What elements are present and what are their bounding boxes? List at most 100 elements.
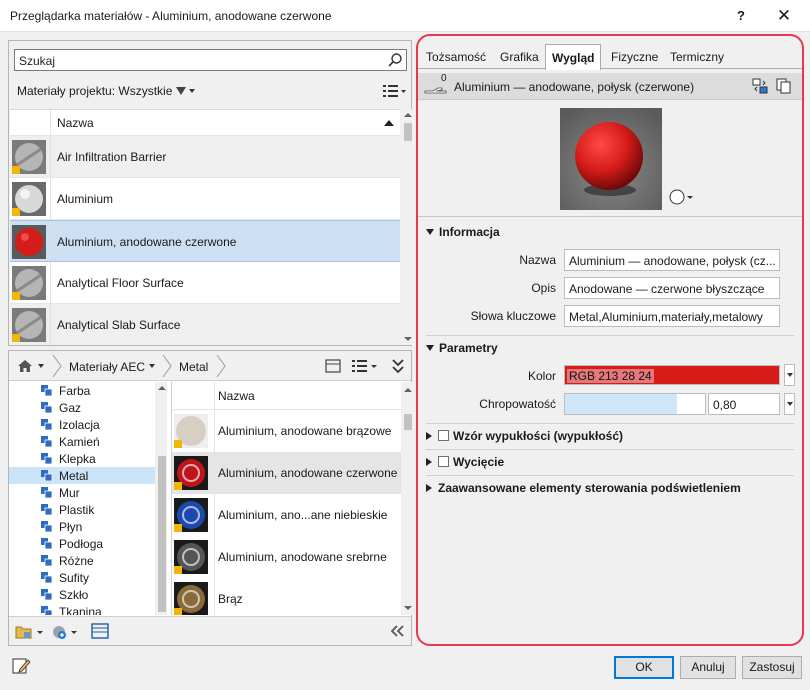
apply-button[interactable]: Zastosuj	[742, 656, 802, 679]
name-field[interactable]: Aluminium — anodowane, połysk (cz...	[564, 249, 780, 271]
cutout-checkbox[interactable]	[438, 456, 449, 467]
bump-section-header[interactable]: Wzór wypukłości (wypukłość)	[426, 429, 623, 443]
cutout-section-header[interactable]: Wycięcie	[426, 455, 504, 469]
search-input[interactable]: Szukaj	[14, 49, 407, 71]
keywords-field[interactable]: Metal,Aluminium,materiały,metalowy	[564, 305, 780, 327]
table-row[interactable]: Aluminium	[10, 178, 400, 220]
color-swatch[interactable]: RGB 213 28 24	[564, 365, 780, 385]
chevron-down-icon[interactable]	[149, 364, 155, 368]
material-name: Aluminium, anodowane srebrne	[218, 550, 387, 564]
edit-material-icon[interactable]	[12, 657, 32, 675]
list-item[interactable]: Aluminium, ano...ane niebieskie	[172, 494, 401, 536]
description-field[interactable]: Anodowane — czerwone błyszczące	[564, 277, 780, 299]
roughness-field[interactable]: 0,80	[708, 393, 780, 415]
tree-item[interactable]: Mur	[9, 484, 155, 501]
tab-graphics[interactable]: Grafika	[500, 50, 539, 64]
tree-item[interactable]: Szkło	[9, 586, 155, 603]
tree-item[interactable]: Różne	[9, 552, 155, 569]
tree-item[interactable]: Metal	[9, 467, 155, 484]
column-name-header[interactable]: Nazwa	[218, 389, 255, 403]
library-folder-icon[interactable]	[15, 624, 45, 640]
tree-item-label: Gaz	[59, 401, 82, 415]
tab-appearance[interactable]: Wygląd	[545, 44, 602, 70]
category-icon	[41, 419, 53, 430]
chevron-down-icon[interactable]	[38, 364, 44, 368]
info-section-header[interactable]: Informacja	[426, 225, 500, 239]
project-materials-table: Nazwa Air Infiltration Barrier Aluminium A…	[10, 109, 400, 345]
library-scrollbar[interactable]	[401, 382, 413, 615]
duplicate-asset-icon[interactable]	[776, 78, 792, 94]
tree-item[interactable]: Sufity	[9, 569, 155, 586]
tree-item-label: Farba	[59, 384, 91, 398]
collapse-left-icon[interactable]	[389, 624, 405, 638]
material-preview-image	[560, 108, 662, 210]
list-view-icon[interactable]	[351, 359, 379, 373]
tree-item-label: Plastik	[59, 503, 95, 517]
table-row[interactable]: Analytical Floor Surface	[10, 262, 400, 304]
breadcrumb-separator-icon	[52, 354, 62, 378]
list-item[interactable]: Aluminium, anodowane czerwone	[172, 452, 401, 494]
tree-item[interactable]: Tkanina	[9, 603, 155, 615]
breadcrumb-item-aec[interactable]: Materiały AEC	[69, 360, 145, 374]
tab-identity[interactable]: Tożsamość	[426, 50, 486, 64]
library-panel: Materiały AEC Metal Farba Gaz Izolacja Kami…	[8, 350, 413, 646]
bump-checkbox[interactable]	[438, 430, 449, 441]
breadcrumb-separator-icon	[162, 354, 172, 378]
description-label: Opis	[531, 281, 556, 295]
roughness-slider[interactable]	[564, 393, 706, 415]
home-icon[interactable]	[17, 359, 33, 373]
breadcrumb-separator-icon	[216, 354, 226, 378]
window-title: Przeglądarka materiałów - Aluminium, ano…	[10, 9, 332, 23]
ok-button[interactable]: OK	[614, 656, 674, 679]
cancel-button[interactable]: Anuluj	[680, 656, 736, 679]
list-item[interactable]: Brąz	[172, 578, 401, 615]
material-editor-icon[interactable]	[91, 623, 109, 639]
tree-item[interactable]: Płyn	[9, 518, 155, 535]
tree-item-label: Klepka	[59, 452, 96, 466]
tree-item[interactable]: Farba	[9, 382, 155, 399]
material-name: Aluminium, anodowane czerwone	[57, 235, 237, 249]
collapse-down-icon[interactable]	[391, 358, 405, 374]
column-name-header[interactable]: Nazwa	[57, 116, 94, 130]
tab-physical[interactable]: Fizyczne	[611, 50, 658, 64]
list-item[interactable]: Aluminium, anodowane srebrne	[172, 536, 401, 578]
table-row[interactable]: Air Infiltration Barrier	[10, 136, 400, 178]
tab-thermal[interactable]: Termiczny	[670, 50, 724, 64]
list-view-icon[interactable]	[381, 83, 407, 99]
roughness-dropdown-button[interactable]	[784, 393, 795, 415]
list-item[interactable]: Aluminium, anodowane brązowe	[172, 410, 401, 452]
tree-item[interactable]: Plastik	[9, 501, 155, 518]
search-icon[interactable]	[387, 52, 403, 68]
swap-asset-icon[interactable]	[752, 78, 768, 94]
params-section-header[interactable]: Parametry	[426, 341, 498, 355]
category-icon	[41, 555, 53, 566]
materials-scrollbar[interactable]	[401, 109, 413, 345]
project-filter[interactable]: Materiały projektu: Wszystkie	[17, 84, 196, 98]
tree-item[interactable]: Gaz	[9, 399, 155, 416]
expand-icon	[426, 345, 434, 351]
add-material-icon[interactable]	[51, 624, 81, 640]
tree-item[interactable]: Podłoga	[9, 535, 155, 552]
asset-count: 0	[441, 73, 447, 84]
preview-shape-icon[interactable]	[668, 188, 696, 206]
close-button[interactable]: ✕	[764, 0, 804, 32]
color-dropdown-button[interactable]	[784, 364, 795, 386]
sort-ascending-icon	[384, 120, 394, 126]
help-button[interactable]: ?	[726, 0, 756, 32]
tree-item[interactable]: Izolacja	[9, 416, 155, 433]
silver-sphere-icon	[12, 182, 46, 216]
material-name: Aluminium, ano...ane niebieskie	[218, 508, 388, 522]
tree-item[interactable]: Klepka	[9, 450, 155, 467]
category-icon	[41, 572, 53, 583]
tree-item-label: Kamień	[59, 435, 100, 449]
advanced-section-header[interactable]: Zaawansowane elementy sterowania podświe…	[426, 481, 741, 495]
tree-item[interactable]: Kamień	[9, 433, 155, 450]
panel-toggle-icon[interactable]	[325, 359, 341, 373]
table-row[interactable]: Aluminium, anodowane czerwone	[10, 220, 400, 262]
tree-scrollbar[interactable]	[155, 382, 167, 615]
breadcrumb-item-metal[interactable]: Metal	[179, 360, 208, 374]
table-row[interactable]: Analytical Slab Surface	[10, 304, 400, 345]
category-icon	[41, 470, 53, 481]
material-name: Brąz	[218, 592, 243, 606]
gray-crossed-sphere-icon	[12, 308, 46, 342]
